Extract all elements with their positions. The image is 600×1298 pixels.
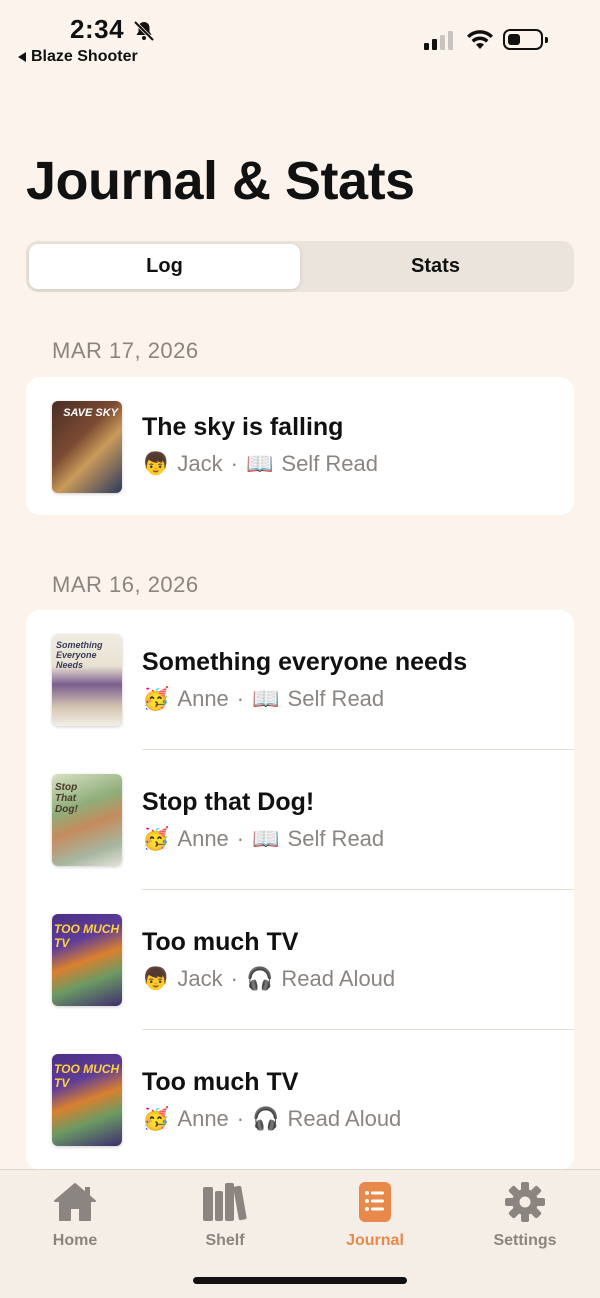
bottom-tab-bar: Home Shelf Journal Settings <box>0 1169 600 1298</box>
log-stats-segmented-control: Log Stats <box>26 241 574 292</box>
tab-label: Home <box>52 1232 98 1249</box>
books-icon <box>201 1178 249 1226</box>
back-app-label: Blaze Shooter <box>31 48 138 65</box>
home-icon <box>51 1178 99 1226</box>
tab-settings[interactable]: Settings <box>450 1178 600 1250</box>
cell-signal-icon <box>424 30 453 50</box>
reader-name: Anne <box>177 686 229 711</box>
reader-avatar-emoji: 🥳 <box>142 686 170 711</box>
tab-label: Shelf <box>205 1232 245 1249</box>
book-icon: 📖 <box>245 451 274 476</box>
cover-text: SAVE SKY <box>63 407 118 419</box>
journal-entry[interactable]: TOO MUCH TV Too much TV 👦 Jack · 🎧 Read … <box>26 890 574 1030</box>
reading-mode: Read Aloud <box>287 1106 402 1131</box>
gear-icon <box>501 1178 549 1226</box>
meta-separator: · <box>230 966 238 991</box>
home-indicator[interactable] <box>193 1277 407 1284</box>
reader-name: Anne <box>177 826 229 851</box>
cover-text: TOO MUCH TV <box>54 922 120 950</box>
reader-avatar-emoji: 🥳 <box>142 826 170 851</box>
book-icon: 📖 <box>252 826 280 851</box>
entry-title: The sky is falling <box>142 413 344 441</box>
tab-home[interactable]: Home <box>0 1178 150 1250</box>
headphones-icon: 🎧 <box>245 966 274 991</box>
journal-icon <box>351 1178 399 1226</box>
tab-label: Settings <box>493 1232 557 1249</box>
reader-avatar-emoji: 👦 <box>142 966 170 991</box>
entry-meta: 👦 Jack · 🎧 Read Aloud <box>142 966 395 992</box>
entry-meta: 🥳 Anne · 📖 Self Read <box>142 686 384 712</box>
journal-entry[interactable]: Something Everyone Needs Something every… <box>26 610 574 750</box>
tab-label: Journal <box>346 1232 404 1249</box>
wifi-icon <box>467 30 493 49</box>
cover-text: Something Everyone Needs <box>56 640 103 670</box>
silent-bell-icon <box>133 20 155 42</box>
back-to-app-link[interactable]: Blaze Shooter <box>18 48 138 66</box>
status-time: 2:34 <box>70 14 125 44</box>
book-cover-image: TOO MUCH TV <box>52 914 122 1006</box>
segment-stats[interactable]: Stats <box>300 244 571 289</box>
book-cover-image: Stop That Dog! <box>52 774 122 866</box>
cover-text: Stop That Dog! <box>55 782 78 815</box>
date-header: MAR 17, 2026 <box>52 338 199 363</box>
entry-title: Stop that Dog! <box>142 788 315 816</box>
entry-meta: 🥳 Anne · 🎧 Read Aloud <box>142 1106 401 1132</box>
reader-name: Jack <box>177 451 223 476</box>
journal-entry[interactable]: Stop That Dog! Stop that Dog! 🥳 Anne · 📖… <box>26 750 574 890</box>
reading-mode: Self Read <box>287 826 385 851</box>
tab-journal[interactable]: Journal <box>300 1178 450 1250</box>
reader-name: Anne <box>177 1106 229 1131</box>
entry-title: Too much TV <box>142 1068 299 1096</box>
entry-title: Something everyone needs <box>142 648 468 676</box>
back-triangle-icon <box>18 52 26 62</box>
journal-group-card: SAVE SKY The sky is falling 👦 Jack · 📖 S… <box>26 377 574 515</box>
entry-title: Too much TV <box>142 928 299 956</box>
status-bar: 2:34 Blaze Shooter <box>0 0 600 70</box>
headphones-icon: 🎧 <box>252 1106 280 1131</box>
entry-meta: 👦 Jack · 📖 Self Read <box>142 451 378 477</box>
reader-avatar-emoji: 👦 <box>142 451 170 476</box>
reader-avatar-emoji: 🥳 <box>142 1106 170 1131</box>
book-cover-image: SAVE SKY <box>52 401 122 493</box>
cover-text: TOO MUCH TV <box>54 1062 120 1090</box>
date-header: MAR 16, 2026 <box>52 572 199 597</box>
journal-group-card: Something Everyone Needs Something every… <box>26 610 574 1170</box>
meta-separator: · <box>236 826 245 851</box>
battery-icon <box>503 29 548 50</box>
meta-separator: · <box>230 451 238 476</box>
book-cover-image: Something Everyone Needs <box>52 634 122 726</box>
book-cover-image: TOO MUCH TV <box>52 1054 122 1146</box>
reader-name: Jack <box>177 966 223 991</box>
entry-meta: 🥳 Anne · 📖 Self Read <box>142 826 384 852</box>
book-icon: 📖 <box>252 686 280 711</box>
page-title: Journal & Stats <box>26 151 415 211</box>
journal-entry[interactable]: SAVE SKY The sky is falling 👦 Jack · 📖 S… <box>26 377 574 515</box>
meta-separator: · <box>236 1106 245 1131</box>
reading-mode: Self Read <box>281 451 379 476</box>
journal-entry[interactable]: TOO MUCH TV Too much TV 🥳 Anne · 🎧 Read … <box>26 1030 574 1170</box>
tab-shelf[interactable]: Shelf <box>150 1178 300 1250</box>
segment-log[interactable]: Log <box>29 244 300 289</box>
meta-separator: · <box>236 686 245 711</box>
reading-mode: Read Aloud <box>281 966 396 991</box>
reading-mode: Self Read <box>287 686 385 711</box>
